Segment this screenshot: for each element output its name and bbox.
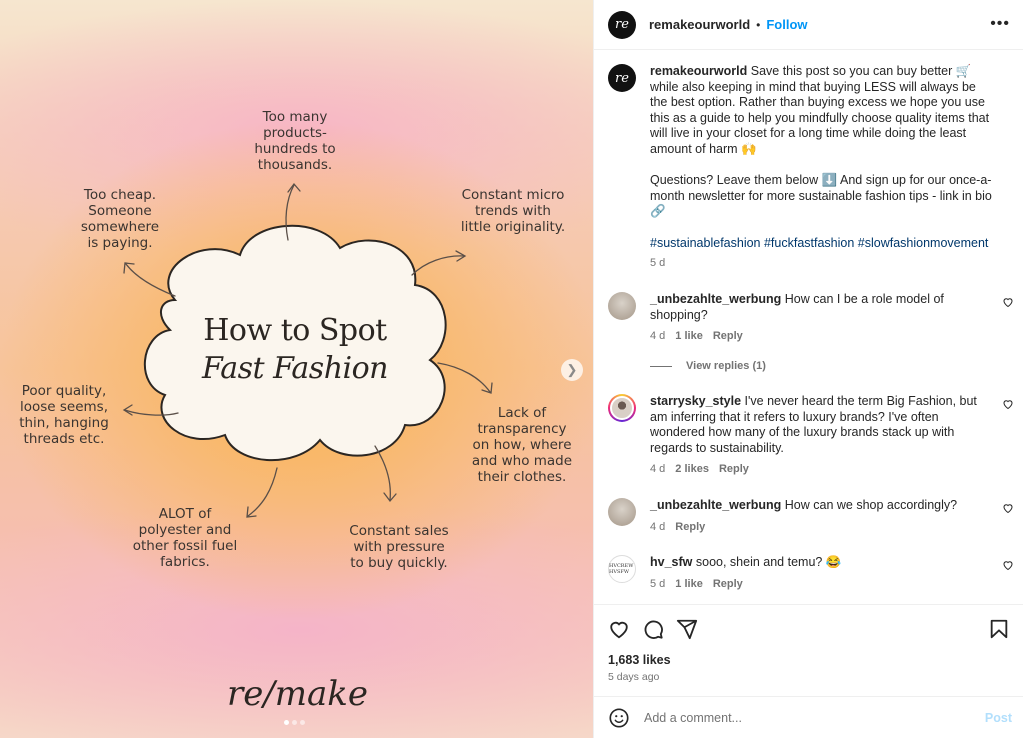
arrow-top-right [411,255,465,276]
chevron-right-icon: ❯ [566,362,578,377]
comment-username[interactable]: _unbezahlte_werbung [650,292,781,306]
heart-icon[interactable] [1002,296,1014,308]
follow-button[interactable]: Follow [766,17,807,32]
avatar[interactable] [608,292,636,320]
arrow-right [437,362,491,393]
comment-likes[interactable]: 2 likes [675,463,709,475]
more-icon[interactable]: ••• [990,15,1010,33]
comment-input[interactable] [644,710,964,725]
likes-count[interactable]: 1,683 likes [608,653,671,667]
avatar[interactable]: HVCREW HVSFW [608,555,636,583]
label-polyester: ALOT of polyester and other fossil fuel … [132,506,238,570]
carousel-dot [300,720,305,725]
comment-meta: 4 d Reply [650,520,706,533]
label-poor-quality: Poor quality, loose seems, thin, hanging… [19,383,109,447]
carousel-dot [284,720,289,725]
caption-username[interactable]: remakeourworld [650,64,747,78]
title-line-1: How to Spot [203,313,387,348]
caption-age: 5 d [650,257,666,270]
comment-username[interactable]: starrysky_style [650,394,741,408]
label-sales: Constant sales with pressure to buy quic… [349,523,449,571]
comment-text: How can we shop accordingly? [784,498,958,512]
bookmark-icon[interactable] [988,618,1010,640]
label-too-cheap: Too cheap. Someone somewhere is paying. [80,187,160,251]
post-actions: 1,683 likes 5 days ago [594,604,1023,694]
caption-text-2: Questions? Leave them below ⬇️ And sign … [650,173,996,219]
post-comment-button[interactable]: Post [985,711,1012,725]
heart-icon[interactable] [1002,398,1014,410]
instagram-post-modal: Too many products- hundreds to thousands… [0,0,1023,738]
header-username[interactable]: remakeourworld [649,17,750,32]
post-caption: re remakeourworld Save this post so you … [608,64,1008,272]
view-replies-button[interactable]: View replies (1) [650,360,766,372]
comment-likes[interactable]: 1 like [675,578,703,590]
replies-line [650,365,672,367]
reply-button[interactable]: Reply [713,330,743,342]
comment-meta: 5 d1 like Reply [650,577,743,590]
label-too-many: Too many products- hundreds to thousands… [254,109,336,173]
reply-button[interactable]: Reply [713,578,743,590]
comment-item: HVCREW HVSFW hv_sfw sooo, shein and temu… [608,555,1018,592]
post-date: 5 days ago [608,671,660,683]
add-comment-bar: Post [594,696,1023,738]
arrow-bottom-right [374,445,391,501]
post-header: re remakeourworld • Follow ••• [594,0,1023,50]
comment-username[interactable]: hv_sfw [650,555,692,569]
avatar[interactable]: re [608,10,636,39]
heart-icon[interactable] [1002,502,1014,514]
carousel-dot [292,720,297,725]
caption-hashtags[interactable]: #sustainablefashion #fuckfastfashion #sl… [650,236,996,252]
comment-item: _unbezahlte_werbung How can I be a role … [608,292,1018,345]
avatar[interactable]: re [608,64,636,92]
reply-button[interactable]: Reply [675,521,705,533]
post-side-panel: re remakeourworld • Follow ••• re remake… [593,0,1023,738]
avatar[interactable] [608,498,636,526]
comment-icon[interactable] [642,618,664,640]
label-micro-trends: Constant micro trends with little origin… [460,187,566,235]
comment-likes[interactable]: 1 like [675,330,703,342]
label-transparency: Lack of transparency on how, where and w… [471,405,573,485]
remake-logo: re/make [226,674,369,714]
view-replies-label: View replies (1) [686,360,766,372]
emoji-icon[interactable] [608,707,630,729]
comment-item: starrysky_style I've never heard the ter… [608,394,1018,478]
heart-icon[interactable] [1002,559,1014,571]
comment-meta: 4 d1 like Reply [650,330,743,343]
arrow-bottom-left [247,467,278,517]
carousel-dots [284,720,305,725]
cloud-title: How to Spot Fast Fashion [175,312,415,388]
post-image: Too many products- hundreds to thousands… [0,0,593,738]
comment-username[interactable]: _unbezahlte_werbung [650,498,781,512]
avatar[interactable] [608,394,636,422]
share-icon[interactable] [676,618,698,640]
heart-icon[interactable] [608,618,630,640]
comment-text: sooo, shein and temu? 😂 [695,555,842,569]
comment-meta: 4 d2 likes Reply [650,463,749,476]
title-line-2: Fast Fashion [201,351,389,386]
header-separator: • [756,17,761,32]
comment-item: _unbezahlte_werbung How can we shop acco… [608,498,1018,535]
reply-button[interactable]: Reply [719,463,749,475]
next-slide-button[interactable]: ❯ [561,359,583,381]
